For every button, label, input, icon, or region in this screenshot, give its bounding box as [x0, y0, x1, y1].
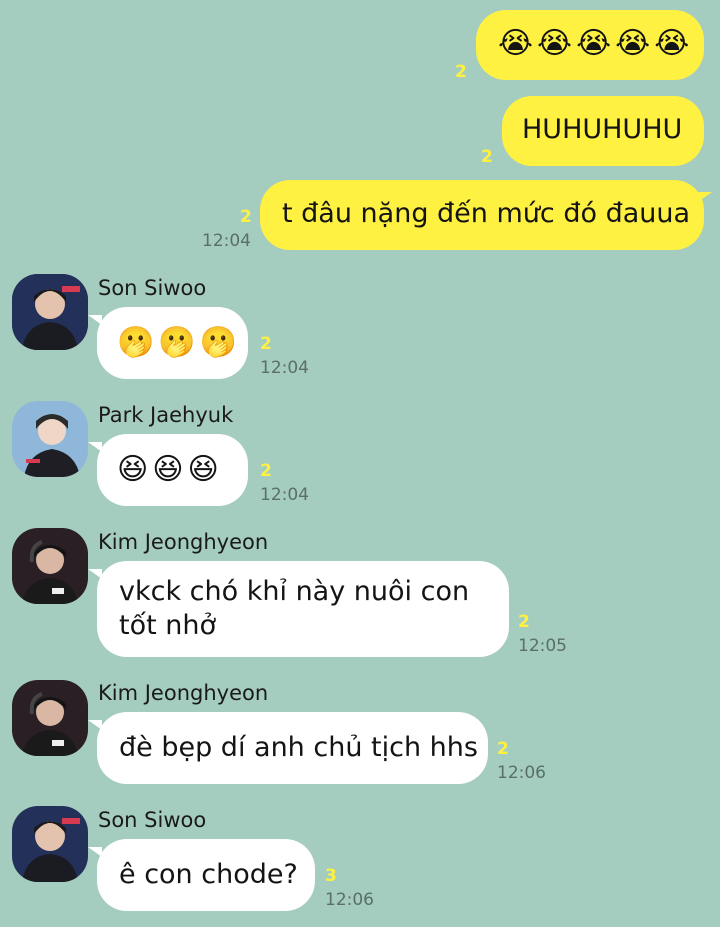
- message-timestamp: 12:04: [202, 231, 251, 251]
- avatar-kim-jeonghyeon-icon: [12, 680, 88, 756]
- message-text-line: tốt nhở: [119, 610, 217, 641]
- avatar[interactable]: [12, 401, 88, 477]
- message-timestamp: 12:04: [260, 358, 309, 378]
- incoming-message-bubble[interactable]: 😆😆😆: [88, 434, 248, 506]
- incoming-message-bubble[interactable]: đè bẹp dí anh chủ tịch hhs: [88, 712, 488, 784]
- sender-name: Kim Jeonghyeon: [98, 530, 269, 554]
- sender-name: Kim Jeonghyeon: [98, 681, 269, 705]
- incoming-message-bubble[interactable]: 🫢🫢🫢: [88, 307, 248, 379]
- sender-name: Son Siwoo: [98, 808, 207, 832]
- avatar-kim-jeonghyeon-icon: [12, 528, 88, 604]
- avatar[interactable]: [12, 528, 88, 604]
- avatar[interactable]: [12, 274, 88, 350]
- unread-count: 2: [260, 334, 272, 354]
- sender-name: Son Siwoo: [98, 276, 207, 300]
- avatar-son-siwoo-icon: [12, 806, 88, 882]
- unread-count: 2: [455, 62, 467, 82]
- unread-count: 2: [481, 147, 493, 167]
- message-timestamp: 12:05: [518, 636, 567, 656]
- unread-count: 2: [518, 612, 530, 632]
- avatar-son-siwoo-icon: [12, 274, 88, 350]
- incoming-message-bubble[interactable]: vkck chó khỉ này nuôi con tốt nhở: [88, 561, 509, 657]
- unread-count: 2: [260, 461, 272, 481]
- outgoing-message-bubble[interactable]: 😭😭😭😭😭: [476, 10, 704, 80]
- avatar[interactable]: [12, 806, 88, 882]
- incoming-message-bubble[interactable]: ê con chode?: [88, 839, 315, 911]
- message-timestamp: 12:06: [497, 763, 546, 783]
- sender-name: Park Jaehyuk: [98, 403, 234, 427]
- unread-count: 3: [325, 866, 337, 886]
- unread-count: 2: [240, 207, 252, 227]
- unread-count: 2: [497, 739, 509, 759]
- message-text-line: vkck chó khỉ này nuôi con: [119, 576, 470, 607]
- outgoing-message-bubble[interactable]: t đâu nặng đến mức đó đauua: [260, 180, 712, 250]
- message-timestamp: 12:04: [260, 485, 309, 505]
- message-timestamp: 12:06: [325, 890, 374, 910]
- avatar[interactable]: [12, 680, 88, 756]
- outgoing-message-bubble[interactable]: HUHUHUHU: [502, 96, 704, 166]
- avatar-park-jaehyuk-icon: [12, 401, 88, 477]
